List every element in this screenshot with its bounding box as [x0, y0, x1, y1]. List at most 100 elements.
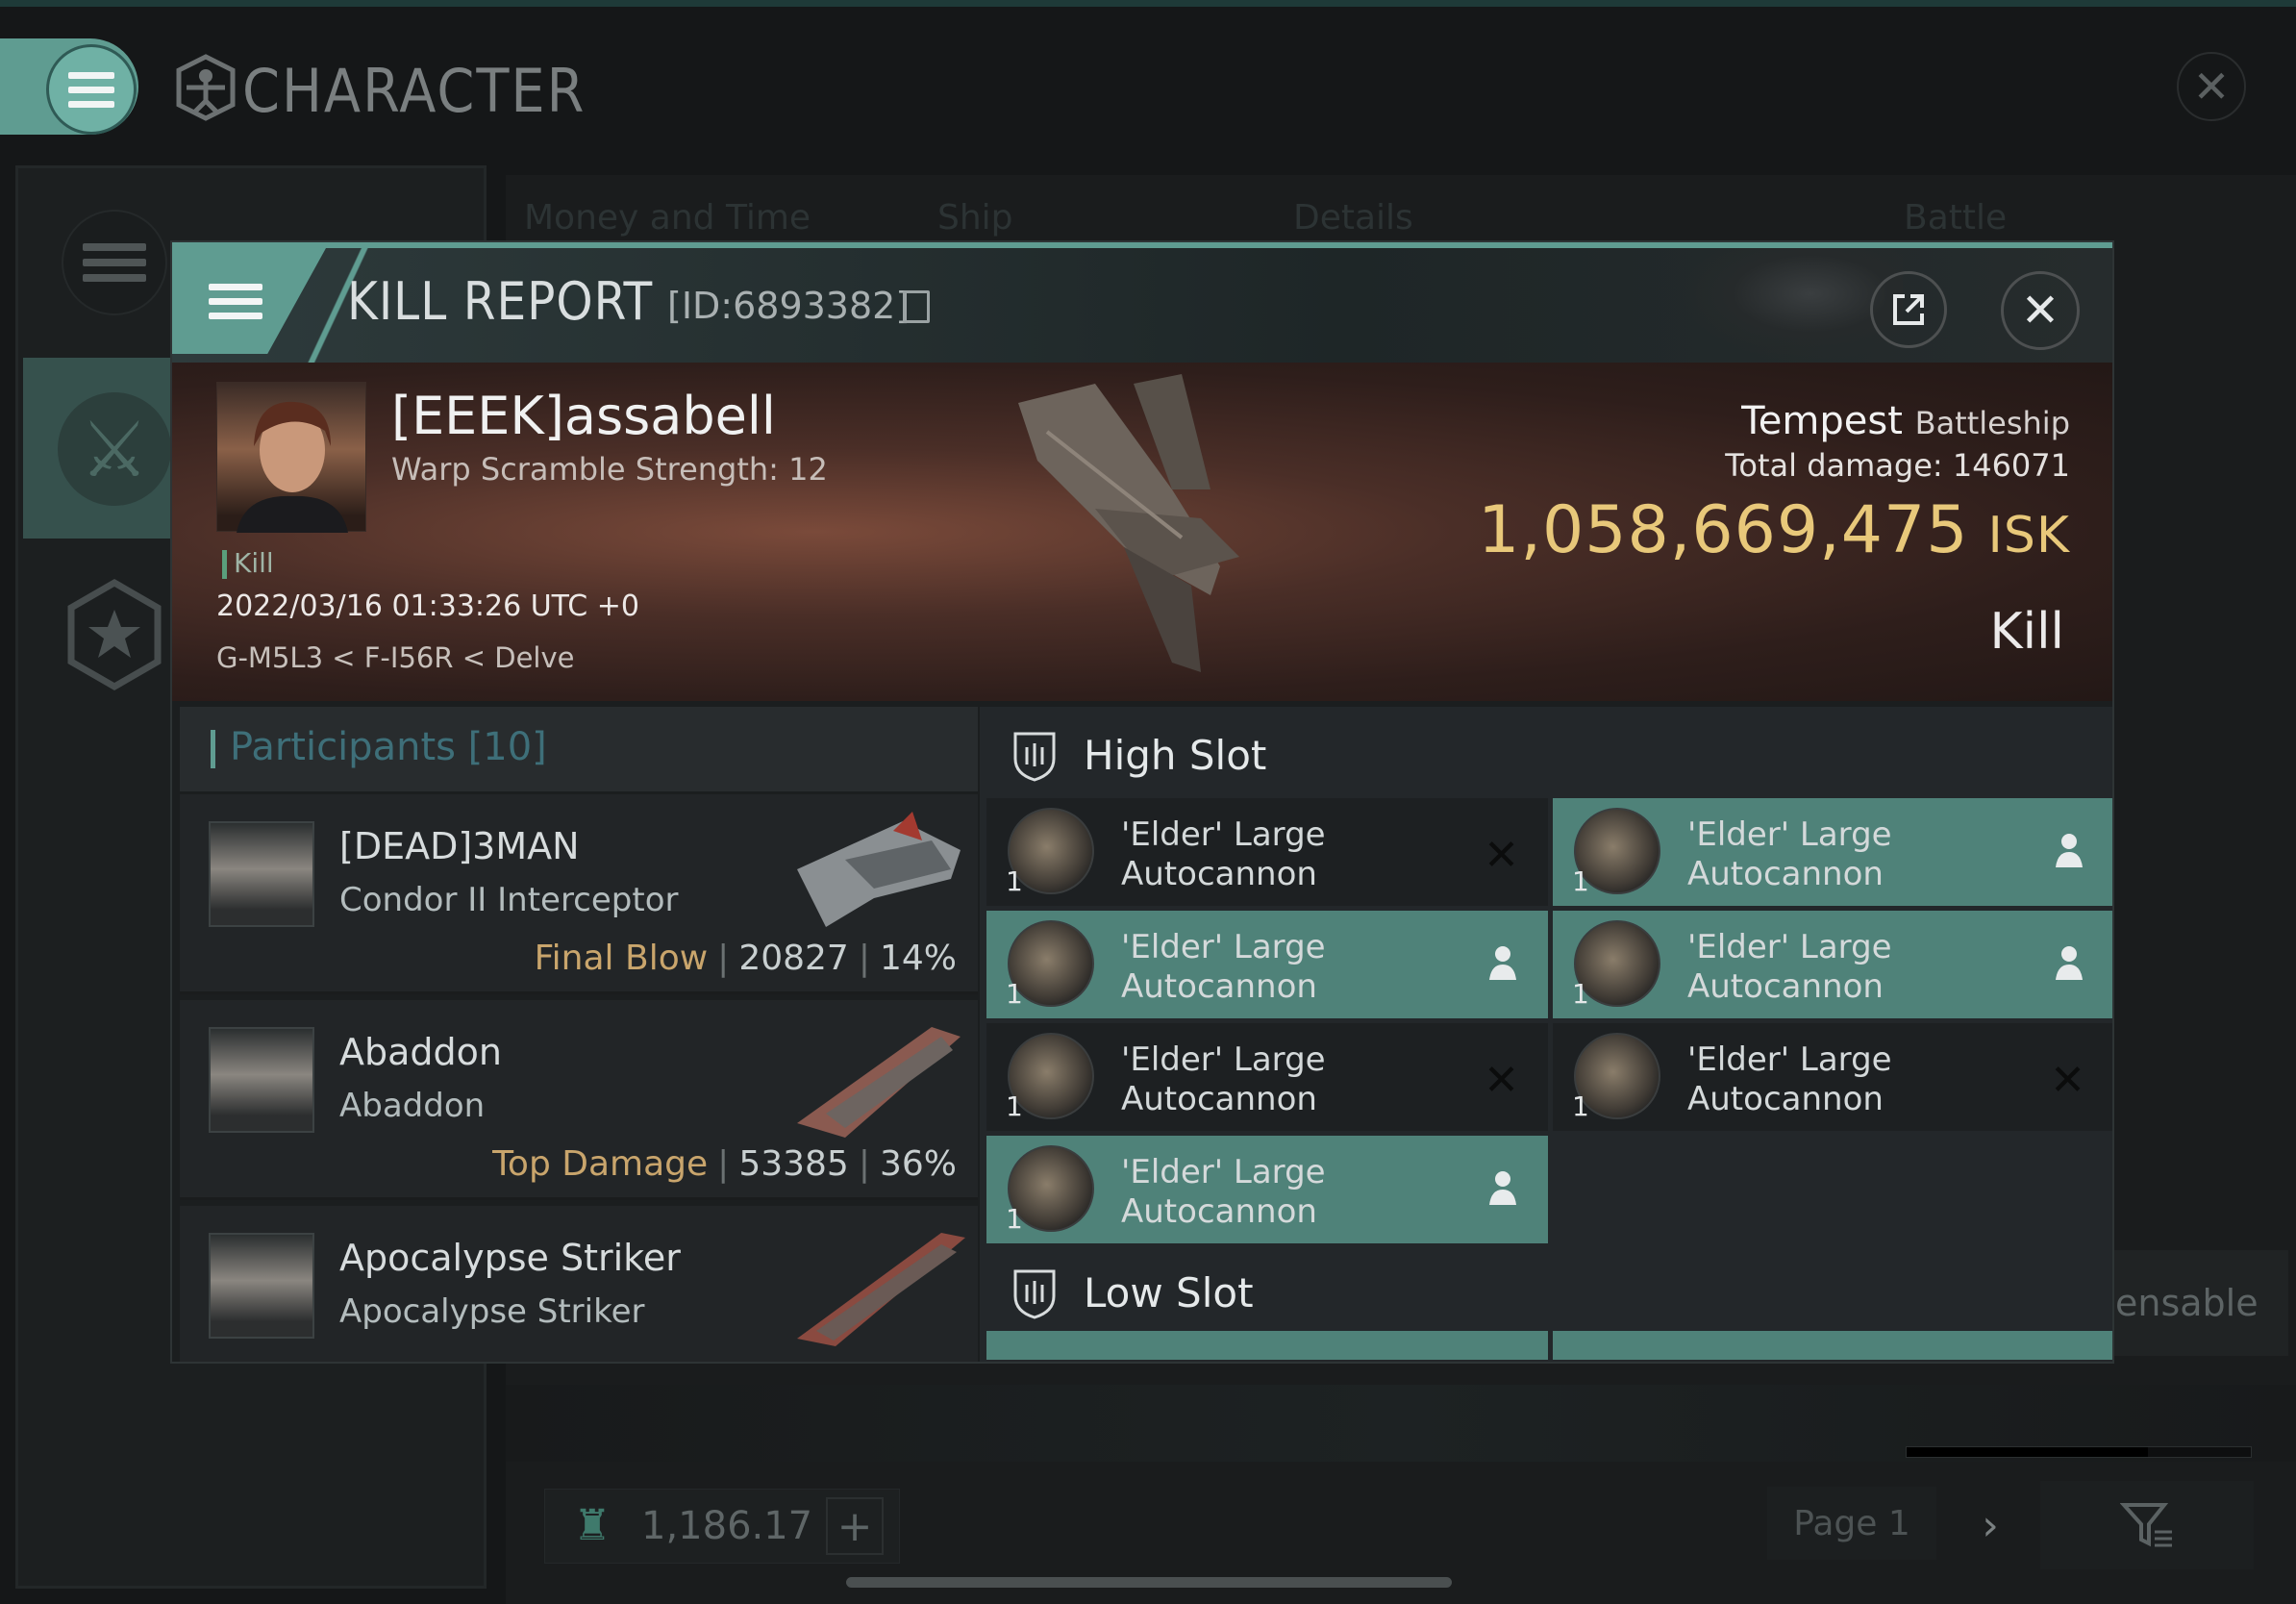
slot-item[interactable]: 1 'Elder' Large Autocannon — [1553, 911, 2112, 1018]
kill-report-menu-button[interactable] — [172, 248, 322, 354]
share-link-button[interactable] — [1870, 271, 1947, 348]
participant-portrait[interactable] — [209, 1233, 314, 1339]
kill-result: Kill — [1989, 603, 2064, 661]
slot-item[interactable]: 1 'Elder' Large Autocannon ✕ — [1553, 1023, 2112, 1131]
participants-title: Participants [10] — [230, 725, 547, 769]
slot-item[interactable]: 1 'Elder' Large Autocannon — [1553, 798, 2112, 906]
horizontal-scrollbar[interactable] — [846, 1577, 1452, 1588]
total-damage-value: 146071 — [1952, 447, 2070, 484]
participant-stats: Final Blow | 20827 | 14% — [534, 939, 957, 978]
victim-ship-label: Tempest Battleship — [1741, 399, 2070, 443]
wallet-icon: ♜ — [573, 1501, 611, 1550]
slot-item-name-line2: Autocannon — [1121, 1080, 1317, 1118]
slot-item-qty: 1 — [1572, 1090, 1589, 1122]
low-slot-title: Low Slot — [1084, 1269, 1254, 1316]
character-menu-button[interactable] — [46, 44, 137, 135]
participant-portrait[interactable] — [209, 821, 314, 927]
tab-ship[interactable]: Ship — [937, 198, 1013, 238]
slot-item-qty: 1 — [1006, 865, 1023, 897]
kill-tag-bar — [222, 550, 227, 579]
page-label: Page 1 — [1793, 1503, 1910, 1543]
participant-percent: 14% — [879, 939, 957, 978]
app-screen: CHARACTER ✕ ⚔ Money and Time Ship Detail… — [0, 0, 2296, 1604]
star-shield-icon — [67, 578, 162, 691]
wallet-amount: 1,186.17 — [641, 1504, 813, 1548]
slot-item[interactable]: 1 'Elder' Large Autocannon — [986, 911, 1548, 1018]
kill-timestamp: 2022/03/16 01:33:26 UTC +0 — [216, 589, 639, 623]
side-menu-button[interactable] — [62, 210, 167, 315]
kill-report-window: KILL REPORT [ID:6893382] ✕ [EEEK]assabel… — [170, 240, 2114, 1364]
victim-warp-scramble: Warp Scramble Strength: 12 — [391, 451, 828, 488]
slot-item-name-line2: Autocannon — [1687, 967, 1884, 1006]
victim-name[interactable]: [EEEK]assabell — [391, 386, 776, 446]
participant-damage: 20827 — [738, 939, 849, 978]
background-partial-button[interactable]: ensable — [2096, 1250, 2288, 1356]
slot-item-name-line1: 'Elder' Large — [1121, 815, 1326, 854]
victim-ship-image — [1018, 374, 1239, 672]
participant-stats: Top Damage | 53385 | 36% — [492, 1144, 957, 1184]
participant-name: Abaddon — [339, 1031, 502, 1073]
close-icon: ✕ — [2192, 61, 2231, 113]
slot-item[interactable]: 1 'Elder' Large Autocannon — [986, 1136, 1548, 1243]
side-tab-medals[interactable] — [62, 577, 167, 692]
side-tab-combat[interactable]: ⚔ — [58, 392, 171, 506]
isk-unit: ISK — [1987, 507, 2070, 564]
victim-banner: [EEEK]assabell Warp Scramble Strength: 1… — [172, 363, 2112, 701]
participant-row[interactable]: Abaddon Abaddon Top Damage | 53385 | 36% — [180, 1000, 978, 1200]
slot-item-name-line2: Autocannon — [1121, 1192, 1317, 1231]
slot-item-qty: 1 — [1572, 865, 1589, 897]
kill-location[interactable]: G-M5L3 < F-I56R < Delve — [216, 641, 574, 674]
participant-percent: 36% — [879, 1144, 957, 1184]
character-close-button[interactable]: ✕ — [2177, 52, 2246, 121]
filter-icon — [2120, 1503, 2172, 1547]
participant-damage: 53385 — [738, 1144, 849, 1184]
next-page-button[interactable]: › — [1961, 1496, 2019, 1554]
header-planet-graphic — [1672, 248, 1903, 363]
slot-item[interactable]: 1 'Elder' Large Autocannon ✕ — [986, 798, 1548, 906]
slot-item-name: 'Elder' Large Autocannon — [1687, 815, 1892, 894]
hamburger-icon — [209, 283, 262, 319]
tab-details[interactable]: Details — [1293, 198, 1413, 238]
slot-item-name-line1: 'Elder' Large — [1687, 815, 1892, 854]
shield-slot-icon — [1013, 1269, 1056, 1319]
slot-item-name-line2: Autocannon — [1121, 967, 1317, 1006]
shield-slot-icon — [1013, 732, 1056, 782]
person-icon — [1489, 946, 1516, 980]
destroyed-icon: ✕ — [1484, 1056, 1519, 1105]
slot-item-name-line2: Autocannon — [1121, 855, 1317, 893]
destroyed-icon: ✕ — [1484, 831, 1519, 880]
kill-report-id: [ID:6893382] — [667, 285, 911, 327]
victim-portrait[interactable] — [216, 382, 366, 533]
participant-name: Apocalypse Striker — [339, 1237, 681, 1279]
participant-ship-image — [797, 1233, 965, 1346]
slot-item[interactable]: 1 'Elder' Large Autocannon ✕ — [986, 1023, 1548, 1131]
slot-item-name-line2: Autocannon — [1687, 1080, 1884, 1118]
participant-row[interactable]: Apocalypse Striker Apocalypse Striker — [180, 1206, 978, 1362]
kill-report-close-button[interactable]: ✕ — [2001, 271, 2080, 350]
filter-button[interactable] — [2040, 1481, 2254, 1569]
slot-item-name-line1: 'Elder' Large — [1121, 928, 1326, 966]
slot-item-qty: 1 — [1572, 978, 1589, 1010]
crossed-swords-icon: ⚔ — [80, 404, 149, 494]
slot-item-name: 'Elder' Large Autocannon — [1121, 1153, 1326, 1232]
person-icon — [2056, 946, 2083, 980]
hamburger-icon — [68, 71, 114, 108]
victim-ship-class: Battleship — [1914, 405, 2070, 441]
kill-report-title: KILL REPORT — [347, 271, 654, 332]
participant-portrait[interactable] — [209, 1027, 314, 1133]
wallet-add-button[interactable]: + — [826, 1497, 884, 1555]
background-progress-fill — [1907, 1447, 2148, 1457]
wallet-bar: ♜ 1,186.17 + — [544, 1489, 900, 1564]
low-slot-item-partial[interactable] — [1553, 1331, 2112, 1360]
top-damage-label: Top Damage — [492, 1144, 709, 1184]
tab-money-and-time[interactable]: Money and Time — [524, 198, 811, 238]
low-slot-item-partial[interactable] — [986, 1331, 1548, 1360]
copy-id-icon[interactable] — [903, 290, 930, 323]
participants-accent-bar — [211, 730, 215, 768]
participant-ship: Apocalypse Striker — [339, 1292, 645, 1331]
participant-row[interactable]: [DEAD]3MAN Condor II Interceptor Final B… — [180, 794, 978, 994]
slot-item-name: 'Elder' Large Autocannon — [1687, 1040, 1892, 1119]
participant-name: [DEAD]3MAN — [339, 825, 580, 867]
victim-ship-name[interactable]: Tempest — [1741, 399, 1903, 443]
participant-ship: Abaddon — [339, 1087, 486, 1125]
